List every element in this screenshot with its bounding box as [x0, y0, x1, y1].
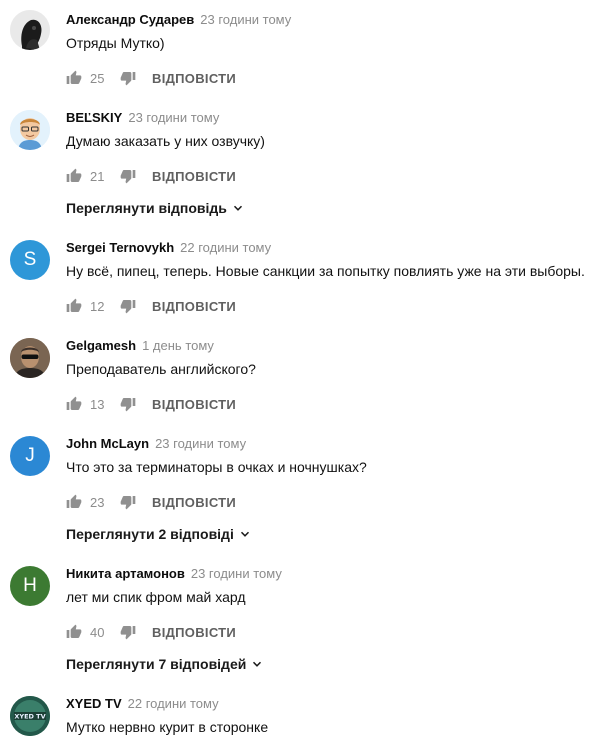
- comment-author[interactable]: Никита артамонов: [66, 566, 185, 581]
- like-count: 12: [90, 298, 105, 314]
- avatar[interactable]: XYED TV: [10, 696, 50, 736]
- reply-button[interactable]: ВІДПОВІСТИ: [152, 169, 236, 184]
- chevron-down-icon: [233, 205, 242, 211]
- comment-text: лет ми спик фром май хард: [66, 589, 246, 605]
- chevron-down-icon: [253, 661, 262, 667]
- avatar[interactable]: H: [10, 566, 50, 606]
- comment-author[interactable]: John McLayn: [66, 436, 149, 451]
- avatar[interactable]: J: [10, 436, 50, 476]
- comment-time[interactable]: 22 години тому: [128, 696, 219, 711]
- comment-text: Мутко нервно курит в сторонке: [66, 719, 269, 735]
- comment-actions: 23 ВІДПОВІСТИ: [66, 492, 236, 512]
- avatar[interactable]: [10, 10, 50, 50]
- comment-time[interactable]: 23 години тому: [128, 110, 219, 125]
- comment-actions: 12 ВІДПОВІСТИ: [66, 296, 236, 316]
- comment-text: Думаю заказать у них озвучку): [66, 133, 265, 149]
- comment-author[interactable]: XYED TV: [66, 696, 122, 711]
- reply-button[interactable]: ВІДПОВІСТИ: [152, 397, 236, 412]
- comment-header: BEĽSKIY 23 години тому: [66, 110, 219, 126]
- sunglasses-portrait-icon: [10, 338, 50, 378]
- like-button[interactable]: [66, 494, 82, 510]
- thumbs-down-icon: [120, 626, 136, 640]
- thumbs-up-icon: [66, 624, 82, 638]
- reply-button[interactable]: ВІДПОВІСТИ: [152, 625, 236, 640]
- comment-author[interactable]: BEĽSKIY: [66, 110, 122, 125]
- thumbs-down-icon: [120, 72, 136, 86]
- comment-header: Gelgamesh 1 день тому: [66, 338, 214, 354]
- avatar[interactable]: [10, 110, 50, 150]
- comment-actions: 25 ВІДПОВІСТИ: [66, 68, 236, 88]
- view-replies-button[interactable]: Переглянути 2 відповіді: [66, 526, 252, 542]
- comment-author[interactable]: Александр Сударев: [66, 12, 194, 27]
- view-replies-button[interactable]: Переглянути відповідь: [66, 200, 245, 216]
- reply-button[interactable]: ВІДПОВІСТИ: [152, 71, 236, 86]
- view-replies-label: Переглянути відповідь: [66, 200, 227, 216]
- dislike-button[interactable]: [120, 168, 136, 184]
- thumbs-down-icon: [120, 170, 136, 184]
- like-count: 25: [90, 70, 105, 86]
- like-button[interactable]: [66, 70, 82, 86]
- channel-logo-icon: XYED TV: [10, 696, 50, 736]
- reply-button[interactable]: ВІДПОВІСТИ: [152, 495, 236, 510]
- like-button[interactable]: [66, 624, 82, 640]
- comment-author[interactable]: Sergei Ternovykh: [66, 240, 174, 255]
- thumbs-up-icon: [66, 396, 82, 410]
- thumbs-down-icon: [120, 496, 136, 510]
- comment-header: John McLayn 23 години тому: [66, 436, 246, 452]
- dislike-button[interactable]: [120, 624, 136, 640]
- view-replies-label: Переглянути 2 відповіді: [66, 526, 234, 542]
- thumbs-down-icon: [120, 398, 136, 412]
- avatar-letter: J: [25, 445, 35, 466]
- avatar-letter: H: [23, 575, 37, 596]
- view-replies-button[interactable]: Переглянути 7 відповідей: [66, 656, 264, 672]
- thumbs-up-icon: [66, 70, 82, 84]
- reply-button[interactable]: ВІДПОВІСТИ: [152, 299, 236, 314]
- channel-logo-text: XYED TV: [14, 713, 45, 721]
- comment-actions: 13 ВІДПОВІСТИ: [66, 394, 236, 414]
- like-count: 21: [90, 168, 105, 184]
- thumbs-up-icon: [66, 494, 82, 508]
- thumbs-down-icon: [120, 300, 136, 314]
- avatar[interactable]: S: [10, 240, 50, 280]
- comment-time[interactable]: 22 години тому: [180, 240, 271, 255]
- chevron-down-icon: [240, 531, 249, 537]
- like-button[interactable]: [66, 298, 82, 314]
- view-replies-label: Переглянути 7 відповідей: [66, 656, 247, 672]
- comment-time[interactable]: 23 години тому: [200, 12, 291, 27]
- comment-text: Ну всё, пипец, теперь. Новые санкции за …: [66, 263, 585, 279]
- comment-header: Александр Сударев 23 години тому: [66, 12, 291, 28]
- dislike-button[interactable]: [120, 70, 136, 86]
- comment-text: Отряды Мутко): [66, 35, 165, 51]
- comment-time[interactable]: 1 день тому: [142, 338, 214, 353]
- comment-time[interactable]: 23 години тому: [191, 566, 282, 581]
- like-button[interactable]: [66, 396, 82, 412]
- comment-author[interactable]: Gelgamesh: [66, 338, 136, 353]
- comment-time[interactable]: 23 години тому: [155, 436, 246, 451]
- like-count: 13: [90, 396, 105, 412]
- cartoon-face-icon: [10, 110, 50, 150]
- like-count: 23: [90, 494, 105, 510]
- dislike-button[interactable]: [120, 494, 136, 510]
- comment-text: Что это за терминаторы в очках и ночнушк…: [66, 459, 367, 475]
- thumbs-up-icon: [66, 168, 82, 182]
- like-button[interactable]: [66, 168, 82, 184]
- avatar[interactable]: [10, 338, 50, 378]
- thumbs-up-icon: [66, 298, 82, 312]
- comment-header: Sergei Ternovykh 22 години тому: [66, 240, 271, 256]
- dislike-button[interactable]: [120, 396, 136, 412]
- comment-actions: 40 ВІДПОВІСТИ: [66, 622, 236, 642]
- dislike-button[interactable]: [120, 298, 136, 314]
- comment-header: XYED TV 22 години тому: [66, 696, 219, 712]
- avatar-letter: S: [23, 249, 37, 270]
- comment-text: Преподаватель английского?: [66, 361, 256, 377]
- comment-header: Никита артамонов 23 години тому: [66, 566, 282, 582]
- comment-actions: 21 ВІДПОВІСТИ: [66, 166, 236, 186]
- like-count: 40: [90, 624, 105, 640]
- dark-portrait-icon: [10, 10, 50, 50]
